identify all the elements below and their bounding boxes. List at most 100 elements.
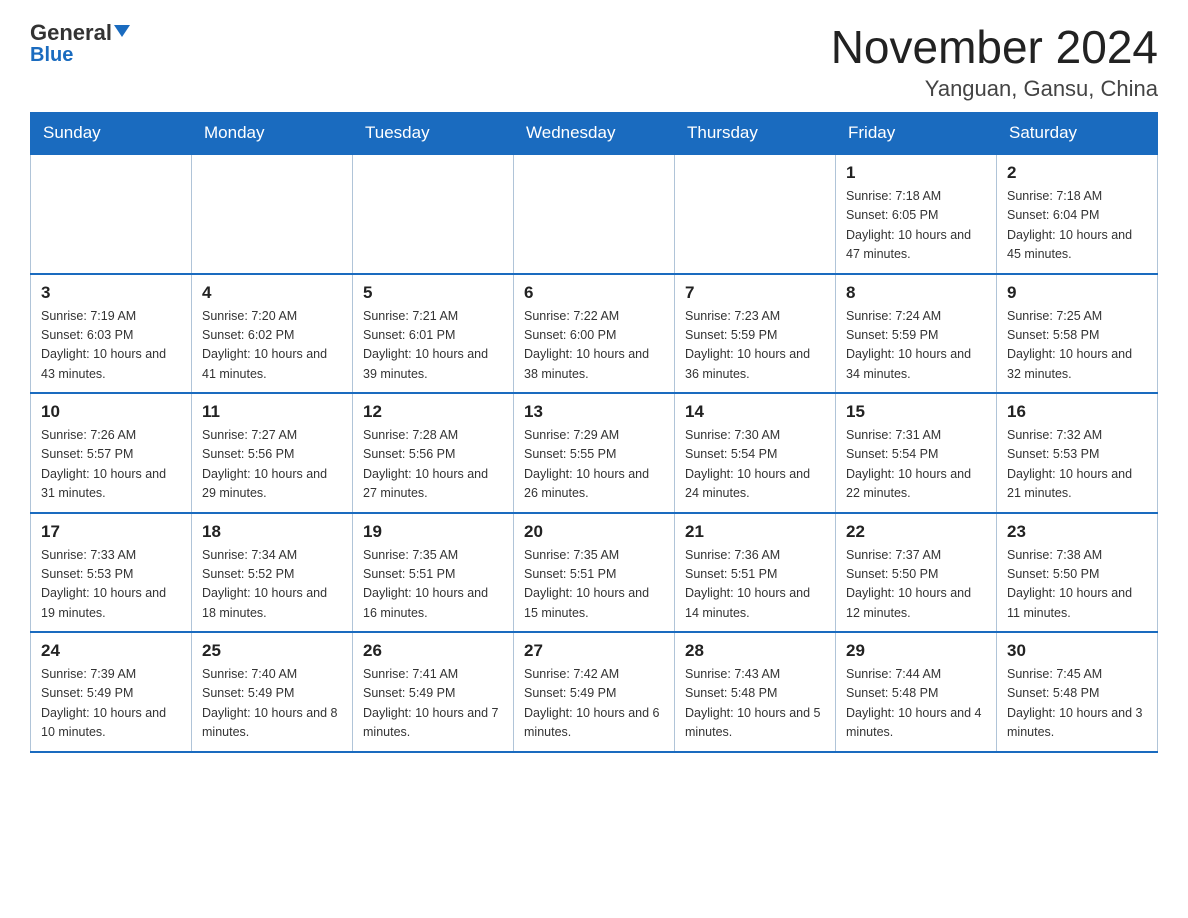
calendar-cell: 24 Sunrise: 7:39 AMSunset: 5:49 PMDayligh… bbox=[31, 632, 192, 752]
day-number: 21 bbox=[685, 522, 825, 542]
day-info: Sunrise: 7:23 AMSunset: 5:59 PMDaylight:… bbox=[685, 307, 825, 385]
calendar-cell bbox=[675, 154, 836, 274]
calendar-cell: 26 Sunrise: 7:41 AMSunset: 5:49 PMDayligh… bbox=[353, 632, 514, 752]
day-number: 27 bbox=[524, 641, 664, 661]
day-number: 29 bbox=[846, 641, 986, 661]
day-info: Sunrise: 7:19 AMSunset: 6:03 PMDaylight:… bbox=[41, 307, 181, 385]
logo-blue: Blue bbox=[30, 44, 73, 67]
calendar-cell: 28 Sunrise: 7:43 AMSunset: 5:48 PMDayligh… bbox=[675, 632, 836, 752]
calendar-cell: 19 Sunrise: 7:35 AMSunset: 5:51 PMDayligh… bbox=[353, 513, 514, 633]
calendar-cell: 12 Sunrise: 7:28 AMSunset: 5:56 PMDayligh… bbox=[353, 393, 514, 513]
day-number: 26 bbox=[363, 641, 503, 661]
column-header-monday: Monday bbox=[192, 113, 353, 155]
calendar-week-row: 10 Sunrise: 7:26 AMSunset: 5:57 PMDayligh… bbox=[31, 393, 1158, 513]
logo-triangle-icon bbox=[114, 25, 130, 37]
day-info: Sunrise: 7:25 AMSunset: 5:58 PMDaylight:… bbox=[1007, 307, 1147, 385]
day-number: 7 bbox=[685, 283, 825, 303]
day-info: Sunrise: 7:33 AMSunset: 5:53 PMDaylight:… bbox=[41, 546, 181, 624]
day-number: 5 bbox=[363, 283, 503, 303]
day-info: Sunrise: 7:18 AMSunset: 6:04 PMDaylight:… bbox=[1007, 187, 1147, 265]
calendar-cell: 21 Sunrise: 7:36 AMSunset: 5:51 PMDayligh… bbox=[675, 513, 836, 633]
day-number: 3 bbox=[41, 283, 181, 303]
day-number: 25 bbox=[202, 641, 342, 661]
calendar-cell: 29Sunrise: 7:44 AMSunset: 5:48 PMDayligh… bbox=[836, 632, 997, 752]
day-number: 12 bbox=[363, 402, 503, 422]
calendar-cell: 3 Sunrise: 7:19 AMSunset: 6:03 PMDaylight… bbox=[31, 274, 192, 394]
title-block: November 2024 Yanguan, Gansu, China bbox=[831, 20, 1158, 102]
day-info: Sunrise: 7:22 AMSunset: 6:00 PMDaylight:… bbox=[524, 307, 664, 385]
calendar-cell: 5Sunrise: 7:21 AMSunset: 6:01 PMDaylight… bbox=[353, 274, 514, 394]
calendar-week-row: 3 Sunrise: 7:19 AMSunset: 6:03 PMDaylight… bbox=[31, 274, 1158, 394]
day-info: Sunrise: 7:37 AMSunset: 5:50 PMDaylight:… bbox=[846, 546, 986, 624]
calendar-week-row: 17 Sunrise: 7:33 AMSunset: 5:53 PMDayligh… bbox=[31, 513, 1158, 633]
column-header-wednesday: Wednesday bbox=[514, 113, 675, 155]
day-number: 18 bbox=[202, 522, 342, 542]
calendar-cell: 7 Sunrise: 7:23 AMSunset: 5:59 PMDaylight… bbox=[675, 274, 836, 394]
calendar-cell: 23Sunrise: 7:38 AMSunset: 5:50 PMDayligh… bbox=[997, 513, 1158, 633]
day-number: 10 bbox=[41, 402, 181, 422]
day-number: 15 bbox=[846, 402, 986, 422]
day-info: Sunrise: 7:41 AMSunset: 5:49 PMDaylight:… bbox=[363, 665, 503, 743]
calendar-cell: 27 Sunrise: 7:42 AMSunset: 5:49 PMDayligh… bbox=[514, 632, 675, 752]
day-info: Sunrise: 7:43 AMSunset: 5:48 PMDaylight:… bbox=[685, 665, 825, 743]
calendar-cell: 10 Sunrise: 7:26 AMSunset: 5:57 PMDayligh… bbox=[31, 393, 192, 513]
day-info: Sunrise: 7:20 AMSunset: 6:02 PMDaylight:… bbox=[202, 307, 342, 385]
day-info: Sunrise: 7:35 AMSunset: 5:51 PMDaylight:… bbox=[524, 546, 664, 624]
day-number: 17 bbox=[41, 522, 181, 542]
calendar-cell: 16Sunrise: 7:32 AMSunset: 5:53 PMDayligh… bbox=[997, 393, 1158, 513]
calendar-cell: 2 Sunrise: 7:18 AMSunset: 6:04 PMDaylight… bbox=[997, 154, 1158, 274]
calendar-cell: 9 Sunrise: 7:25 AMSunset: 5:58 PMDaylight… bbox=[997, 274, 1158, 394]
day-number: 22 bbox=[846, 522, 986, 542]
day-number: 8 bbox=[846, 283, 986, 303]
day-number: 19 bbox=[363, 522, 503, 542]
day-number: 20 bbox=[524, 522, 664, 542]
month-title: November 2024 bbox=[831, 20, 1158, 74]
day-number: 14 bbox=[685, 402, 825, 422]
day-info: Sunrise: 7:30 AMSunset: 5:54 PMDaylight:… bbox=[685, 426, 825, 504]
day-number: 23 bbox=[1007, 522, 1147, 542]
day-number: 11 bbox=[202, 402, 342, 422]
day-info: Sunrise: 7:42 AMSunset: 5:49 PMDaylight:… bbox=[524, 665, 664, 743]
day-info: Sunrise: 7:29 AMSunset: 5:55 PMDaylight:… bbox=[524, 426, 664, 504]
calendar-cell bbox=[514, 154, 675, 274]
calendar-table: SundayMondayTuesdayWednesdayThursdayFrid… bbox=[30, 112, 1158, 753]
day-number: 24 bbox=[41, 641, 181, 661]
day-info: Sunrise: 7:39 AMSunset: 5:49 PMDaylight:… bbox=[41, 665, 181, 743]
day-number: 16 bbox=[1007, 402, 1147, 422]
day-info: Sunrise: 7:31 AMSunset: 5:54 PMDaylight:… bbox=[846, 426, 986, 504]
day-info: Sunrise: 7:26 AMSunset: 5:57 PMDaylight:… bbox=[41, 426, 181, 504]
day-number: 30 bbox=[1007, 641, 1147, 661]
day-info: Sunrise: 7:24 AMSunset: 5:59 PMDaylight:… bbox=[846, 307, 986, 385]
day-number: 1 bbox=[846, 163, 986, 183]
day-info: Sunrise: 7:36 AMSunset: 5:51 PMDaylight:… bbox=[685, 546, 825, 624]
calendar-cell: 18 Sunrise: 7:34 AMSunset: 5:52 PMDayligh… bbox=[192, 513, 353, 633]
calendar-cell: 15 Sunrise: 7:31 AMSunset: 5:54 PMDayligh… bbox=[836, 393, 997, 513]
location: Yanguan, Gansu, China bbox=[831, 76, 1158, 102]
calendar-cell: 11 Sunrise: 7:27 AMSunset: 5:56 PMDayligh… bbox=[192, 393, 353, 513]
column-header-friday: Friday bbox=[836, 113, 997, 155]
day-info: Sunrise: 7:40 AMSunset: 5:49 PMDaylight:… bbox=[202, 665, 342, 743]
calendar-cell bbox=[31, 154, 192, 274]
day-number: 2 bbox=[1007, 163, 1147, 183]
day-info: Sunrise: 7:27 AMSunset: 5:56 PMDaylight:… bbox=[202, 426, 342, 504]
calendar-cell: 14 Sunrise: 7:30 AMSunset: 5:54 PMDayligh… bbox=[675, 393, 836, 513]
day-number: 9 bbox=[1007, 283, 1147, 303]
calendar-cell: 17 Sunrise: 7:33 AMSunset: 5:53 PMDayligh… bbox=[31, 513, 192, 633]
day-number: 4 bbox=[202, 283, 342, 303]
calendar-cell bbox=[353, 154, 514, 274]
calendar-cell: 22 Sunrise: 7:37 AMSunset: 5:50 PMDayligh… bbox=[836, 513, 997, 633]
day-number: 28 bbox=[685, 641, 825, 661]
day-info: Sunrise: 7:34 AMSunset: 5:52 PMDaylight:… bbox=[202, 546, 342, 624]
calendar-header-row: SundayMondayTuesdayWednesdayThursdayFrid… bbox=[31, 113, 1158, 155]
calendar-week-row: 1 Sunrise: 7:18 AMSunset: 6:05 PMDaylight… bbox=[31, 154, 1158, 274]
day-info: Sunrise: 7:18 AMSunset: 6:05 PMDaylight:… bbox=[846, 187, 986, 265]
calendar-cell: 6Sunrise: 7:22 AMSunset: 6:00 PMDaylight… bbox=[514, 274, 675, 394]
day-info: Sunrise: 7:35 AMSunset: 5:51 PMDaylight:… bbox=[363, 546, 503, 624]
calendar-cell: 30Sunrise: 7:45 AMSunset: 5:48 PMDayligh… bbox=[997, 632, 1158, 752]
calendar-cell: 25 Sunrise: 7:40 AMSunset: 5:49 PMDayligh… bbox=[192, 632, 353, 752]
page-header: General Blue November 2024 Yanguan, Gans… bbox=[30, 20, 1158, 102]
calendar-cell: 1 Sunrise: 7:18 AMSunset: 6:05 PMDaylight… bbox=[836, 154, 997, 274]
calendar-cell: 8 Sunrise: 7:24 AMSunset: 5:59 PMDaylight… bbox=[836, 274, 997, 394]
day-info: Sunrise: 7:28 AMSunset: 5:56 PMDaylight:… bbox=[363, 426, 503, 504]
calendar-week-row: 24 Sunrise: 7:39 AMSunset: 5:49 PMDayligh… bbox=[31, 632, 1158, 752]
